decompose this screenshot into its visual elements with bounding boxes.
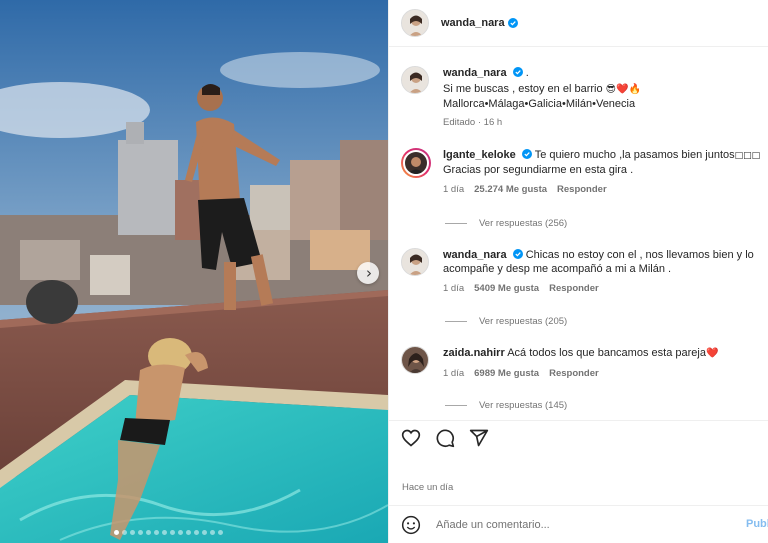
view-replies-label: Ver respuestas (205): [479, 316, 568, 327]
comment-reply-button[interactable]: Responder: [549, 367, 599, 381]
verified-badge-icon: [512, 249, 523, 259]
comments-section: wanda_nara . Si me buscas , estoy en el …: [389, 48, 768, 420]
comment-username[interactable]: lgante_keloke: [443, 149, 516, 161]
actions-divider: [389, 420, 768, 421]
comment-text-tail: ❤️: [705, 348, 719, 359]
comment-username[interactable]: zaida.nahirr: [443, 347, 505, 359]
comment-likes[interactable]: 5409 Me gusta: [474, 282, 539, 296]
post-timestamp: Hace un día: [402, 482, 454, 493]
carousel-dot: [193, 530, 199, 535]
comment-likes[interactable]: 6989 Me gusta: [474, 367, 539, 381]
carousel-dot: [137, 530, 143, 535]
verified-badge-icon: [507, 18, 518, 28]
replies-divider: [445, 223, 467, 224]
view-replies-label: Ver respuestas (256): [479, 218, 568, 229]
view-replies-button[interactable]: Ver respuestas (256): [445, 218, 567, 229]
post-caption: wanda_nara . Si me buscas , estoy en el …: [401, 66, 765, 130]
caption-line-1: Si me buscas , estoy en el barrio: [443, 83, 603, 95]
comment-input[interactable]: [436, 518, 716, 531]
post-details-panel: wanda_nara wanda_nara . Si me buscas , e…: [388, 0, 768, 543]
carousel-dot: [113, 530, 119, 535]
carousel-indicator: [0, 530, 336, 535]
post-header: wanda_nara: [389, 0, 768, 47]
avatar-story-ring[interactable]: [401, 148, 431, 178]
replies-divider: [445, 321, 467, 322]
comment-username[interactable]: wanda_nara: [443, 249, 507, 261]
carousel-dot: [121, 530, 127, 535]
avatar[interactable]: [401, 66, 429, 94]
comment-icon[interactable]: [435, 428, 455, 448]
avatar[interactable]: [401, 248, 429, 276]
caption-username[interactable]: wanda_nara: [443, 67, 507, 79]
caption-line-2: Mallorca•Málaga•Galicia•Milán•Venecia: [443, 98, 636, 110]
send-icon[interactable]: [469, 428, 489, 448]
comment-text-line-2: Gracias por segundiarme en esta gira .: [443, 164, 634, 176]
carousel-dot: [153, 530, 159, 535]
comment-time: 1 día: [443, 283, 465, 294]
carousel-dot: [201, 530, 207, 535]
carousel-dot: [169, 530, 175, 535]
comment-likes[interactable]: 25.274 Me gusta: [474, 183, 547, 197]
comment-reply-button[interactable]: Responder: [557, 183, 607, 197]
verified-badge-icon: [521, 149, 532, 159]
carousel-dot: [145, 530, 151, 535]
post-photo: [0, 0, 388, 543]
add-comment-bar: Publicar: [389, 505, 768, 543]
avatar: [403, 150, 429, 176]
view-replies-button[interactable]: Ver respuestas (205): [445, 316, 567, 327]
emoji-icon[interactable]: [401, 515, 421, 535]
publish-button[interactable]: Publicar: [746, 518, 768, 530]
comment-reply-button[interactable]: Responder: [549, 282, 599, 296]
comment-time: 1 día: [443, 184, 465, 195]
avatar[interactable]: [401, 9, 429, 37]
carousel-dot: [129, 530, 135, 535]
comment-text: Acá todos los que bancamos esta pareja: [507, 347, 706, 359]
carousel-dot: [161, 530, 167, 535]
comment-item: wanda_nara Chicas no estoy con el , nos …: [401, 248, 765, 296]
carousel-dot: [217, 530, 223, 535]
view-replies-label: Ver respuestas (145): [479, 400, 568, 411]
view-replies-button[interactable]: Ver respuestas (145): [445, 400, 567, 411]
post-actions: [401, 428, 489, 448]
caption-emojis: 😎❤️🔥: [605, 84, 641, 95]
comment-text-tail: □□□: [734, 151, 761, 161]
caption-edited-time: Editado · 16 h: [443, 117, 503, 128]
post-author-username[interactable]: wanda_nara: [441, 17, 505, 29]
carousel-dot: [177, 530, 183, 535]
post-media[interactable]: ›: [0, 0, 388, 543]
carousel-next-button[interactable]: ›: [357, 262, 379, 284]
avatar[interactable]: [401, 346, 429, 374]
chevron-right-icon: ›: [366, 263, 372, 282]
carousel-dot: [209, 530, 215, 535]
caption-dot: .: [525, 67, 529, 79]
comment-text: Te quiero mucho ,la pasamos bien juntos: [534, 149, 735, 161]
verified-badge-icon: [512, 67, 523, 77]
comment-time: 1 día: [443, 368, 465, 379]
replies-divider: [445, 405, 467, 406]
heart-icon[interactable]: [401, 428, 421, 448]
comment-item: lgante_keloke Te quiero mucho ,la pasamo…: [401, 148, 765, 197]
carousel-dot: [185, 530, 191, 535]
comment-item: zaida.nahirr Acá todos los que bancamos …: [401, 346, 765, 381]
